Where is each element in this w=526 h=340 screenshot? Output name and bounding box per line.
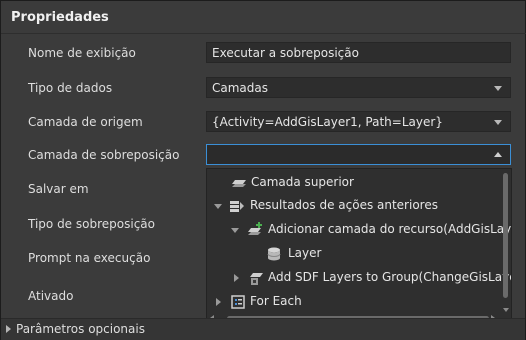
source-layer-select[interactable]: {Activity=AddGisLayer1, Path=Layer}: [206, 111, 511, 132]
dropdown-item-previous-results[interactable]: Resultados de ações anteriores: [207, 195, 503, 217]
optional-parameters-label: Parâmetros opcionais: [16, 322, 145, 336]
dropdown-item-add-layer[interactable]: Adicionar camada do recurso(AddGisLayer1…: [207, 219, 511, 241]
dropdown-item-for-each[interactable]: For Each: [207, 291, 503, 313]
expand-down-icon[interactable]: [214, 204, 222, 209]
dropdown-item-label: Add SDF Layers to Group(ChangeGisLayerPr…: [268, 270, 511, 284]
layer-parallelogram-icon: [232, 180, 246, 187]
overlay-layer-dropdown: Camada superior Resultados de ações ante…: [206, 168, 512, 325]
scrollbar-thumb[interactable]: [503, 173, 508, 298]
dropdown-item-label: Layer: [288, 246, 322, 260]
chevron-down-icon: [494, 86, 502, 91]
chevron-down-icon: [494, 120, 502, 125]
add-layer-icon: [248, 222, 262, 235]
label-source-layer: Camada de origem: [28, 115, 143, 129]
dropdown-item-label: Resultados de ações anteriores: [250, 198, 438, 212]
for-each-icon: [231, 295, 245, 309]
dropdown-item-label: Adicionar camada do recurso(AddGisLayer1…: [268, 222, 512, 236]
overlay-layer-select[interactable]: [206, 144, 511, 165]
dropdown-item-sdf-layers[interactable]: Add SDF Layers to Group(ChangeGisLayerPr…: [207, 267, 511, 289]
database-icon: [267, 247, 281, 261]
expand-right-icon[interactable]: [234, 274, 239, 282]
divider: [1, 33, 526, 34]
dropdown-item-top-layer[interactable]: Camada superior: [207, 172, 503, 194]
scroll-down-icon[interactable]: [503, 308, 509, 312]
dropdown-item-label: Camada superior: [251, 175, 354, 189]
panel-title: Propriedades: [11, 10, 109, 25]
vertical-scrollbar[interactable]: [502, 171, 510, 321]
expand-right-icon[interactable]: [6, 325, 11, 333]
sdf-layer-group-icon: [250, 273, 263, 285]
data-type-select[interactable]: Camadas: [206, 77, 511, 98]
optional-parameters-section[interactable]: Parâmetros opcionais: [1, 318, 525, 340]
display-name-input[interactable]: Executar a sobreposição: [206, 42, 511, 63]
source-layer-value: {Activity=AddGisLayer1, Path=Layer}: [212, 115, 443, 129]
label-overlay-type: Tipo de sobreposição: [28, 217, 155, 231]
previous-results-icon: [230, 201, 244, 212]
properties-panel: Propriedades Nome de exibição Tipo de da…: [0, 0, 526, 340]
label-overlay-layer: Camada de sobreposição: [28, 148, 180, 162]
label-enabled: Ativado: [28, 289, 74, 303]
data-type-value: Camadas: [212, 81, 268, 95]
dropdown-item-label: For Each: [250, 294, 302, 308]
expand-right-icon[interactable]: [216, 298, 221, 306]
expand-down-icon[interactable]: [231, 228, 239, 233]
label-prompt-on-run: Prompt na execução: [28, 251, 151, 265]
label-data-type: Tipo de dados: [28, 81, 113, 95]
label-save-to: Salvar em: [28, 182, 89, 196]
dropdown-item-layer[interactable]: Layer: [207, 243, 503, 265]
chevron-up-icon: [494, 152, 502, 157]
label-display-name: Nome de exibição: [28, 46, 136, 60]
